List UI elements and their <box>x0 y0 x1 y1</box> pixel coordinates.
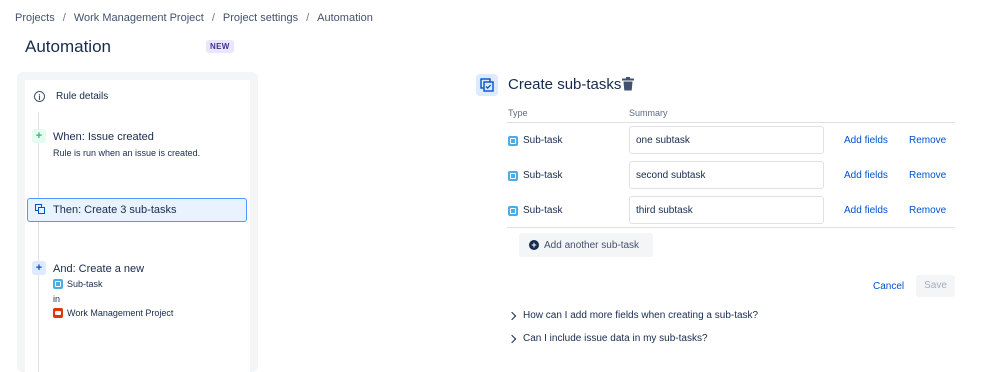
and-step-issue-type: Sub-task <box>53 279 103 289</box>
cancel-button[interactable]: Cancel <box>873 281 904 292</box>
summary-input-2[interactable] <box>629 161 824 189</box>
action-plus-icon: + <box>32 261 46 275</box>
rule-panel: i Rule details + When: Issue created Rul… <box>17 72 258 372</box>
row-type-label: Sub-task <box>523 170 563 181</box>
table-row-type: Sub-task <box>508 170 562 181</box>
info-icon: i <box>34 90 45 102</box>
subtask-icon <box>508 205 518 216</box>
new-badge: NEW <box>206 40 234 53</box>
breadcrumb: Projects / Work Management Project / Pro… <box>15 12 373 24</box>
add-fields-link[interactable]: Add fields <box>844 135 888 146</box>
rule-steps: + When: Issue created Rule is run when a… <box>25 112 250 372</box>
row-type-label: Sub-task <box>523 205 563 216</box>
create-subtasks-icon <box>476 74 498 96</box>
chevron-right-icon <box>507 311 517 320</box>
breadcrumb-separator: / <box>306 12 310 24</box>
subtask-icon <box>53 279 63 289</box>
trigger-title[interactable]: When: Issue created <box>53 131 154 143</box>
faq-question: How can I add more fields when creating … <box>523 310 759 321</box>
breadcrumb-separator: / <box>211 12 215 24</box>
table-divider <box>507 227 955 228</box>
rule-details-label: Rule details <box>56 90 109 102</box>
and-step-title[interactable]: And: Create a new <box>53 263 144 275</box>
trigger-plus-icon: + <box>32 129 46 143</box>
add-fields-link[interactable]: Add fields <box>844 205 888 216</box>
summary-input-1[interactable] <box>629 126 824 154</box>
breadcrumb-project-settings[interactable]: Project settings <box>223 12 298 24</box>
table-divider <box>507 122 955 123</box>
faq-question: Can I include issue data in my sub-tasks… <box>523 333 708 344</box>
table-row-type: Sub-task <box>508 135 562 146</box>
row-type-label: Sub-task <box>523 135 563 146</box>
column-header-summary: Summary <box>629 108 668 118</box>
rule-details-item[interactable]: i Rule details <box>25 80 250 113</box>
action-title: Create sub-tasks <box>508 76 622 93</box>
breadcrumb-projects[interactable]: Projects <box>15 12 55 24</box>
rule-connector-line <box>38 112 39 372</box>
then-step-title: Then: Create 3 sub-tasks <box>53 204 177 216</box>
add-circle-icon: + <box>529 240 539 250</box>
breadcrumb-project[interactable]: Work Management Project <box>74 12 204 24</box>
faq-item[interactable]: Can I include issue data in my sub-tasks… <box>507 333 708 344</box>
save-button[interactable]: Save <box>916 275 955 297</box>
trash-icon[interactable] <box>622 77 634 91</box>
add-another-subtask-label: Add another sub-task <box>544 239 640 251</box>
trigger-description: Rule is run when an issue is created. <box>53 148 201 158</box>
remove-link[interactable]: Remove <box>909 170 946 181</box>
page-title: Automation <box>25 37 111 56</box>
breadcrumb-separator: / <box>62 12 66 24</box>
faq-item[interactable]: How can I add more fields when creating … <box>507 310 759 321</box>
and-step-issue-type-label: Sub-task <box>67 279 103 289</box>
subtasks-action-icon <box>35 204 45 214</box>
subtask-icon <box>508 170 518 181</box>
project-icon <box>53 308 63 318</box>
column-header-type: Type <box>508 108 528 118</box>
and-step-in-label: in <box>53 294 61 304</box>
summary-input-3[interactable] <box>629 196 824 224</box>
and-step-project: Work Management Project <box>53 308 173 318</box>
breadcrumb-automation[interactable]: Automation <box>317 12 373 24</box>
and-step-project-label: Work Management Project <box>67 308 174 318</box>
chevron-right-icon <box>507 334 517 343</box>
remove-link[interactable]: Remove <box>909 205 946 216</box>
add-fields-link[interactable]: Add fields <box>844 170 888 181</box>
subtask-icon <box>508 135 518 146</box>
add-another-subtask-button[interactable]: + Add another sub-task <box>519 233 653 257</box>
remove-link[interactable]: Remove <box>909 135 946 146</box>
then-step-selected[interactable]: Then: Create 3 sub-tasks <box>27 198 247 222</box>
table-row-type: Sub-task <box>508 205 562 216</box>
